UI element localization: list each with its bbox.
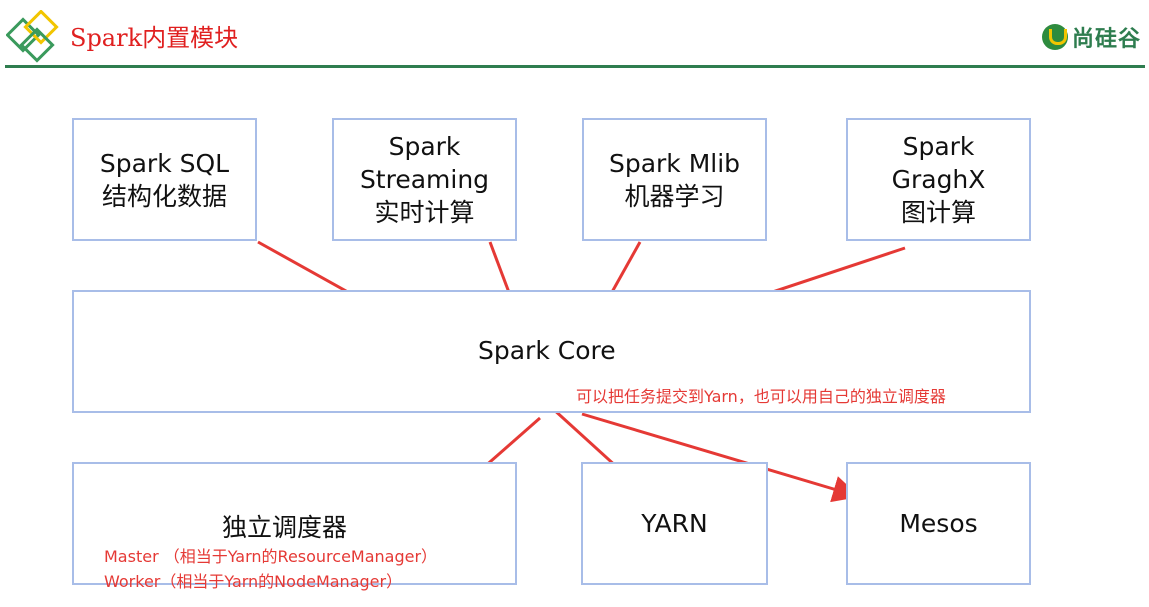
master-note: Master （相当于Yarn的ResourceManager） — [104, 547, 438, 566]
yarn-box: YARN — [581, 462, 768, 585]
standalone-scheduler-label: 独立调度器 — [222, 513, 348, 542]
mesos-label: Mesos — [899, 509, 978, 538]
module-name: Spark — [902, 132, 975, 161]
module-name-2: GraghX — [891, 165, 986, 194]
module-name: Spark Mlib — [608, 148, 741, 178]
module-spark-graphx: Spark GraghX 图计算 — [846, 118, 1031, 241]
module-name: Spark SQL — [99, 148, 230, 178]
module-spark-streaming: Spark Streaming 实时计算 — [332, 118, 517, 241]
module-spark-mlib: Spark Mlib 机器学习 — [582, 118, 767, 241]
module-desc: 结构化数据 — [101, 181, 227, 211]
mesos-box: Mesos — [846, 462, 1031, 585]
yarn-label: YARN — [641, 509, 708, 538]
module-desc: 图计算 — [900, 198, 976, 227]
spark-core-label: Spark Core — [478, 336, 616, 365]
module-name-2: Streaming — [359, 165, 490, 194]
core-note: 可以把任务提交到Yarn，也可以用自己的独立调度器 — [576, 387, 946, 406]
worker-note: Worker（相当于Yarn的NodeManager） — [104, 572, 403, 591]
module-spark-sql: Spark SQL 结构化数据 — [72, 118, 257, 241]
module-name: Spark — [388, 132, 461, 161]
module-desc: 机器学习 — [624, 181, 725, 211]
module-desc: 实时计算 — [374, 198, 475, 227]
